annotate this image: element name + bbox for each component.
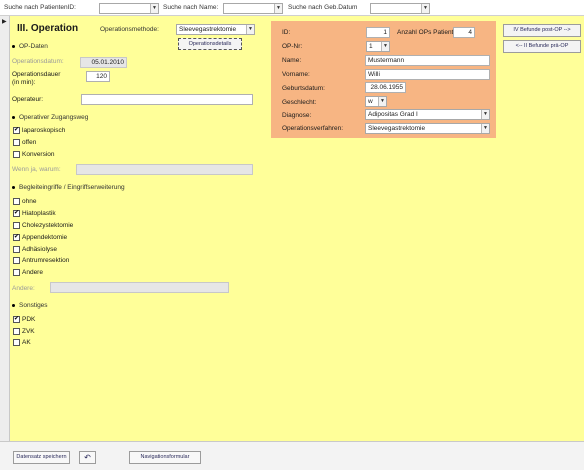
form-footer: Datensatz speichern ↶ Navigationsformula…	[0, 441, 584, 470]
opnr-combo[interactable]: 1 ▼	[366, 41, 390, 52]
opnr-label: OP-Nr:	[282, 43, 303, 50]
laparoskopisch-checkbox[interactable]: ✔	[13, 127, 20, 134]
chevron-down-icon[interactable]: ▼	[246, 25, 254, 34]
op-datum-label: Operationsdatum:	[12, 58, 64, 65]
name-search-label: Suche nach Name:	[163, 4, 219, 11]
name-field[interactable]: Mustermann	[365, 55, 490, 66]
bullet	[12, 116, 15, 119]
sonstiges-heading: Sonstiges	[19, 302, 48, 309]
verfahren-label: Operationsverfahren:	[282, 125, 344, 132]
op-datum-field[interactable]: 05.01.2010	[80, 57, 127, 68]
appendektomie-checkbox[interactable]: ✔	[13, 234, 20, 241]
ak-label: AK	[22, 339, 31, 346]
anzahl-ops-label: Anzahl OPs Patient:	[397, 29, 456, 36]
op-dauer-label: Operationsdauer	[12, 71, 61, 78]
diagnose-combo[interactable]: Adipositas Grad I ▼	[365, 109, 490, 120]
andere-label: Andere	[22, 269, 43, 276]
navigation-form-button[interactable]: Navigationsformular	[129, 451, 201, 464]
methode-combo[interactable]: Sleevegastrektomie ▼	[176, 24, 255, 35]
pdk-checkbox[interactable]: ✔	[13, 316, 20, 323]
page-title: III. Operation	[17, 23, 79, 34]
chevron-down-icon[interactable]: ▼	[481, 110, 489, 119]
zvk-checkbox[interactable]	[13, 328, 20, 335]
andere-text-label: Andere:	[12, 285, 35, 292]
andere-field[interactable]	[50, 282, 229, 293]
chevron-down-icon[interactable]: ▼	[481, 124, 489, 133]
record-selector[interactable]: ▶	[0, 16, 10, 441]
geburtsdatum-label: Geburtsdatum:	[282, 85, 325, 92]
geschlecht-combo[interactable]: w ▼	[365, 96, 387, 107]
zvk-label: ZVK	[22, 328, 35, 335]
patient-id-search-combo[interactable]: ▼	[99, 3, 159, 14]
operationsdetails-button[interactable]: Operationsdetails	[178, 38, 242, 50]
geb-search-combo[interactable]: ▼	[370, 3, 430, 14]
hiatoplastik-label: Hiatoplastik	[22, 210, 56, 217]
begleit-heading: Begleiteingriffe / Eingriffserweiterung	[19, 184, 125, 191]
vorname-field[interactable]: Willi	[365, 69, 490, 80]
antrumresektion-label: Antrumresektion	[22, 257, 70, 264]
op-daten-heading: OP-Daten	[19, 43, 48, 50]
chevron-down-icon[interactable]: ▼	[421, 4, 429, 13]
prev-befunde-prae-op-button[interactable]: <-- II Befunde prä-OP	[503, 40, 581, 53]
bullet	[12, 186, 15, 189]
ohne-label: ohne	[22, 198, 37, 205]
patient-id-search-label: Suche nach PatientenID:	[4, 4, 76, 11]
record-pointer-icon: ▶	[2, 19, 7, 25]
diagnose-label: Diagnose:	[282, 112, 312, 119]
wenn-label: Wenn ja, warum:	[12, 166, 61, 173]
anzahl-ops-field[interactable]: 4	[453, 27, 475, 38]
vorname-label: Vorname:	[282, 71, 310, 78]
next-befunde-post-op-button[interactable]: IV Befunde post-OP -->	[503, 24, 581, 37]
geb-search-label: Suche nach Geb.Datum	[288, 4, 358, 11]
bullet	[12, 304, 15, 307]
chevron-down-icon[interactable]: ▼	[274, 4, 282, 13]
name-search-combo[interactable]: ▼	[223, 3, 283, 14]
wenn-field[interactable]	[76, 164, 253, 175]
cholezystektomie-label: Cholezystektomie	[22, 222, 74, 229]
zugang-heading: Operativer Zugangsweg	[19, 114, 89, 121]
konversion-label: Konversion	[22, 151, 55, 158]
op-dauer-label-unit: (in min):	[12, 79, 36, 86]
geburtsdatum-field[interactable]: 28.06.1955	[365, 82, 406, 93]
cholezystektomie-checkbox[interactable]	[13, 222, 20, 229]
andere-checkbox[interactable]	[13, 269, 20, 276]
ak-checkbox[interactable]	[13, 339, 20, 346]
id-field[interactable]: 1	[366, 27, 390, 38]
bullet	[12, 45, 15, 48]
laparoskopisch-label: laparoskopisch	[22, 127, 66, 134]
geschlecht-label: Geschlecht:	[282, 99, 317, 106]
chevron-down-icon[interactable]: ▼	[378, 97, 386, 106]
adhaesiolyse-label: Adhäsiolyse	[22, 246, 58, 253]
pdk-label: PDK	[22, 316, 36, 323]
appendektomie-label: Appendektomie	[22, 234, 68, 241]
search-bar: Suche nach PatientenID: ▼ Suche nach Nam…	[0, 0, 584, 16]
offen-label: offen	[22, 139, 37, 146]
adhaesiolyse-checkbox[interactable]	[13, 246, 20, 253]
save-record-button[interactable]: Datensatz speichern	[13, 451, 70, 464]
antrumresektion-checkbox[interactable]	[13, 257, 20, 264]
ohne-checkbox[interactable]	[13, 198, 20, 205]
konversion-checkbox[interactable]	[13, 151, 20, 158]
verfahren-combo[interactable]: Sleevegastrektomie ▼	[365, 123, 490, 134]
op-dauer-field[interactable]: 120	[86, 71, 110, 82]
undo-button[interactable]: ↶	[79, 451, 96, 464]
name-label: Name:	[282, 57, 302, 64]
operateur-field[interactable]	[81, 94, 253, 105]
hiatoplastik-checkbox[interactable]: ✔	[13, 210, 20, 217]
operateur-label: Operateur:	[12, 96, 44, 103]
offen-checkbox[interactable]	[13, 139, 20, 146]
id-label: ID:	[282, 29, 291, 36]
chevron-down-icon[interactable]: ▼	[150, 4, 158, 13]
chevron-down-icon[interactable]: ▼	[381, 42, 389, 51]
methode-label: Operationsmethode:	[100, 26, 159, 33]
